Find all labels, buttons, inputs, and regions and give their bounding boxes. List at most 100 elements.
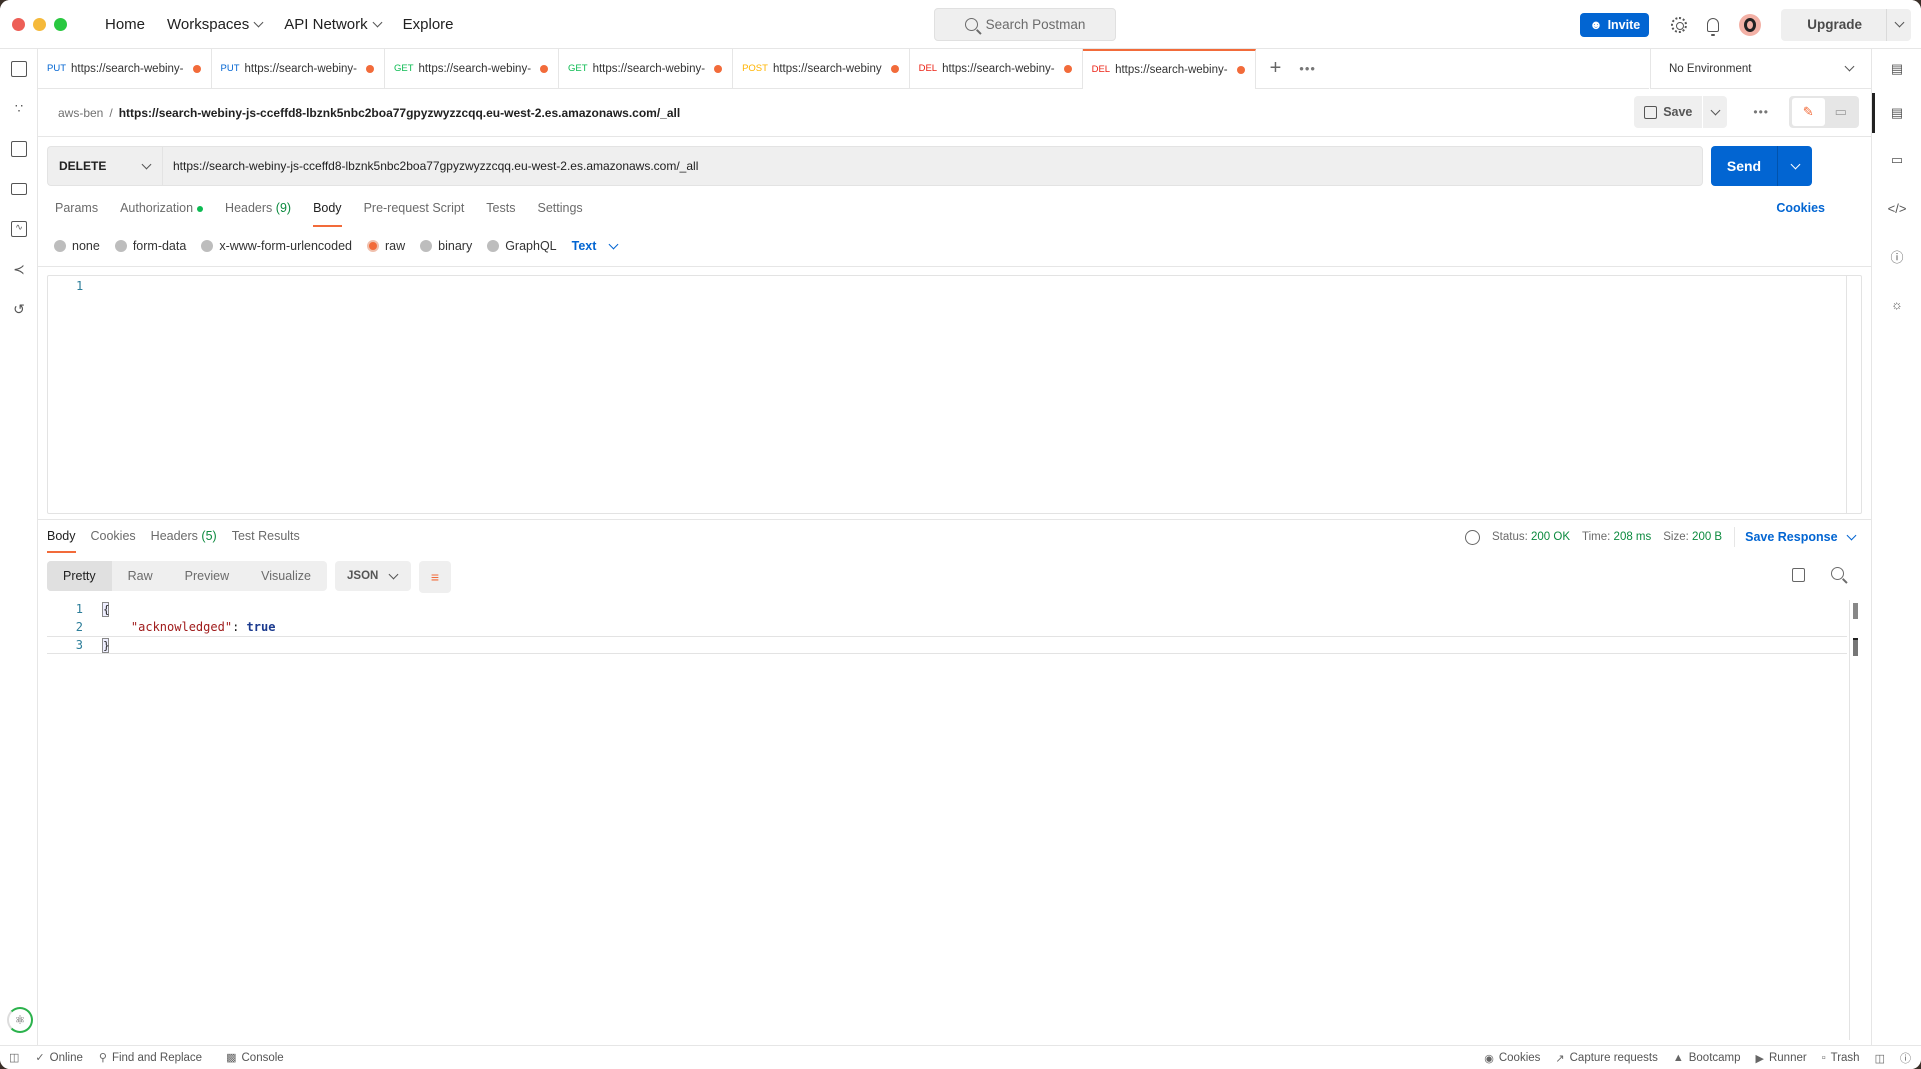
mock-servers-icon[interactable]	[11, 183, 27, 195]
send-button[interactable]: Send	[1711, 146, 1812, 186]
toggle-sidebar-icon[interactable]: ◫	[9, 1051, 19, 1064]
save-dropdown[interactable]	[1703, 105, 1727, 115]
nav-api-network[interactable]: API Network	[284, 16, 383, 33]
history-icon[interactable]: ↺	[11, 301, 27, 317]
response-tab-cookies[interactable]: Cookies	[91, 526, 136, 553]
nav-explore[interactable]: Explore	[403, 16, 454, 33]
new-tab-plus-icon[interactable]: +	[1270, 57, 1282, 80]
flows-icon[interactable]: ≺	[11, 261, 27, 277]
environment-quick-look-icon[interactable]: ▤	[1889, 61, 1905, 77]
response-tab-test-results[interactable]: Test Results	[232, 526, 300, 553]
two-pane-layout-icon[interactable]: ◫	[1875, 1052, 1885, 1065]
search-postman-input[interactable]: Search Postman	[934, 8, 1116, 41]
breadcrumb-request-name[interactable]: https://search-webiny-js-cceffd8-lbznk5n…	[119, 106, 681, 120]
upgrade-button[interactable]: Upgrade	[1781, 8, 1911, 41]
help-icon[interactable]: ⓘ	[1900, 1050, 1911, 1066]
tab-authorization[interactable]: Authorization	[120, 199, 204, 227]
request-tab[interactable]: GET https://search-webiny-	[559, 48, 734, 89]
online-status[interactable]: ✓ Online	[35, 1051, 82, 1065]
environment-selector[interactable]: No Environment	[1650, 49, 1871, 89]
raw-format-select[interactable]: Text	[572, 239, 619, 253]
request-tab[interactable]: POST https://search-webiny	[733, 48, 910, 89]
cookies-link[interactable]: Cookies	[1776, 201, 1825, 215]
editor-scrollbar[interactable]	[1846, 276, 1847, 513]
time-readout[interactable]: Time: 208 ms	[1582, 531, 1651, 543]
settings-gear-icon[interactable]	[1671, 16, 1688, 33]
notifications-bell-icon[interactable]	[1707, 17, 1720, 36]
method-select[interactable]: DELETE	[47, 146, 162, 186]
view-pretty[interactable]: Pretty	[47, 561, 112, 591]
send-dropdown[interactable]	[1778, 146, 1812, 186]
radio-raw[interactable]: raw	[367, 239, 405, 253]
save-button-main[interactable]: Save	[1634, 96, 1704, 128]
trash[interactable]: ▫ Trash	[1822, 1052, 1860, 1064]
request-body-editor[interactable]: 1	[47, 275, 1862, 514]
tab-tests[interactable]: Tests	[486, 199, 515, 227]
radio-binary[interactable]: binary	[420, 239, 472, 253]
more-actions-icon[interactable]: •••	[1753, 105, 1769, 119]
view-raw[interactable]: Raw	[112, 561, 169, 591]
url-input[interactable]	[162, 146, 1703, 186]
breadcrumb-workspace[interactable]: aws-ben	[58, 106, 103, 120]
runner[interactable]: ▶ Runner	[1756, 1052, 1807, 1065]
tab-settings[interactable]: Settings	[537, 199, 582, 227]
edit-pencil-icon[interactable]: ✎	[1792, 98, 1825, 126]
view-preview[interactable]: Preview	[169, 561, 245, 591]
request-tab[interactable]: DEL https://search-webiny-	[910, 48, 1083, 89]
minimize-window-button[interactable]	[33, 17, 46, 31]
collections-icon[interactable]	[11, 61, 27, 77]
radio-x-www-form-urlencoded[interactable]: x-www-form-urlencoded	[201, 239, 352, 253]
right-sidebar-scrollbar[interactable]	[1872, 93, 1875, 133]
rocket-progress-icon[interactable]: ⚛	[7, 1007, 33, 1033]
request-tab[interactable]: GET https://search-webiny-	[385, 48, 560, 89]
tab-headers[interactable]: Headers (9)	[225, 199, 291, 227]
monitors-icon[interactable]: ∿	[11, 221, 27, 237]
save-button[interactable]: Save	[1634, 96, 1728, 128]
size-readout[interactable]: Size: 200 B	[1663, 531, 1722, 543]
nav-workspaces[interactable]: Workspaces	[167, 16, 264, 33]
response-scroll-marker[interactable]	[1853, 603, 1858, 619]
response-scroll-thumb[interactable]	[1853, 638, 1858, 656]
maximize-window-button[interactable]	[54, 17, 67, 31]
radio-graphql[interactable]: GraphQL	[487, 239, 557, 253]
response-tab-body[interactable]: Body	[47, 526, 76, 553]
comment-mode-icon[interactable]: ▭	[1825, 98, 1858, 126]
lightbulb-icon[interactable]: ☼	[1889, 296, 1905, 312]
request-tab-active[interactable]: DEL https://search-webiny-	[1082, 48, 1256, 89]
wrap-lines-button[interactable]: ≡	[419, 561, 451, 593]
radio-form-data[interactable]: form-data	[114, 239, 186, 253]
status-readout[interactable]: Status: 200 OK	[1492, 531, 1570, 543]
upgrade-dropdown[interactable]	[1887, 17, 1911, 28]
response-scroll-track[interactable]	[1849, 600, 1850, 1040]
bootcamp[interactable]: ▲ Bootcamp	[1673, 1052, 1741, 1064]
more-tabs-icon[interactable]: •••	[1299, 61, 1316, 76]
pane-resize-divider[interactable]	[38, 519, 1871, 520]
invite-button[interactable]: ☻ Invite	[1580, 12, 1650, 37]
nav-home[interactable]: Home	[105, 16, 145, 33]
save-response-button[interactable]: Save Response	[1745, 530, 1856, 544]
user-avatar[interactable]	[1739, 13, 1762, 36]
console[interactable]: ▩ Console	[226, 1051, 284, 1065]
capture-requests[interactable]: ↗ Capture requests	[1555, 1052, 1657, 1065]
response-format-select[interactable]: JSON	[335, 561, 411, 591]
fold-brace[interactable]: }	[102, 637, 110, 653]
find-and-replace[interactable]: ⚲ Find and Replace	[99, 1051, 202, 1065]
view-visualize[interactable]: Visualize	[245, 561, 327, 591]
response-tab-headers[interactable]: Headers (5)	[151, 526, 217, 553]
request-tab[interactable]: PUT https://search-webiny-	[212, 48, 385, 89]
network-globe-icon[interactable]	[1465, 529, 1480, 545]
send-label[interactable]: Send	[1711, 146, 1778, 186]
response-body-viewer[interactable]: 1 { 2 "acknowledged": true 3 }	[47, 600, 1862, 1040]
tab-params[interactable]: Params	[55, 199, 98, 227]
comments-icon[interactable]: ▭	[1889, 152, 1905, 168]
apis-icon[interactable]: ∵	[11, 101, 27, 117]
search-icon[interactable]	[1831, 567, 1844, 580]
request-tab[interactable]: PUT https://search-webiny-	[38, 48, 212, 89]
copy-icon[interactable]	[1792, 568, 1805, 582]
code-icon[interactable]: </>	[1888, 200, 1907, 216]
tab-pre-request-script[interactable]: Pre-request Script	[364, 199, 465, 227]
info-icon[interactable]: ⓘ	[1889, 248, 1905, 265]
environments-icon[interactable]	[11, 141, 27, 157]
tab-body[interactable]: Body	[313, 199, 342, 227]
radio-none[interactable]: none	[54, 239, 100, 253]
